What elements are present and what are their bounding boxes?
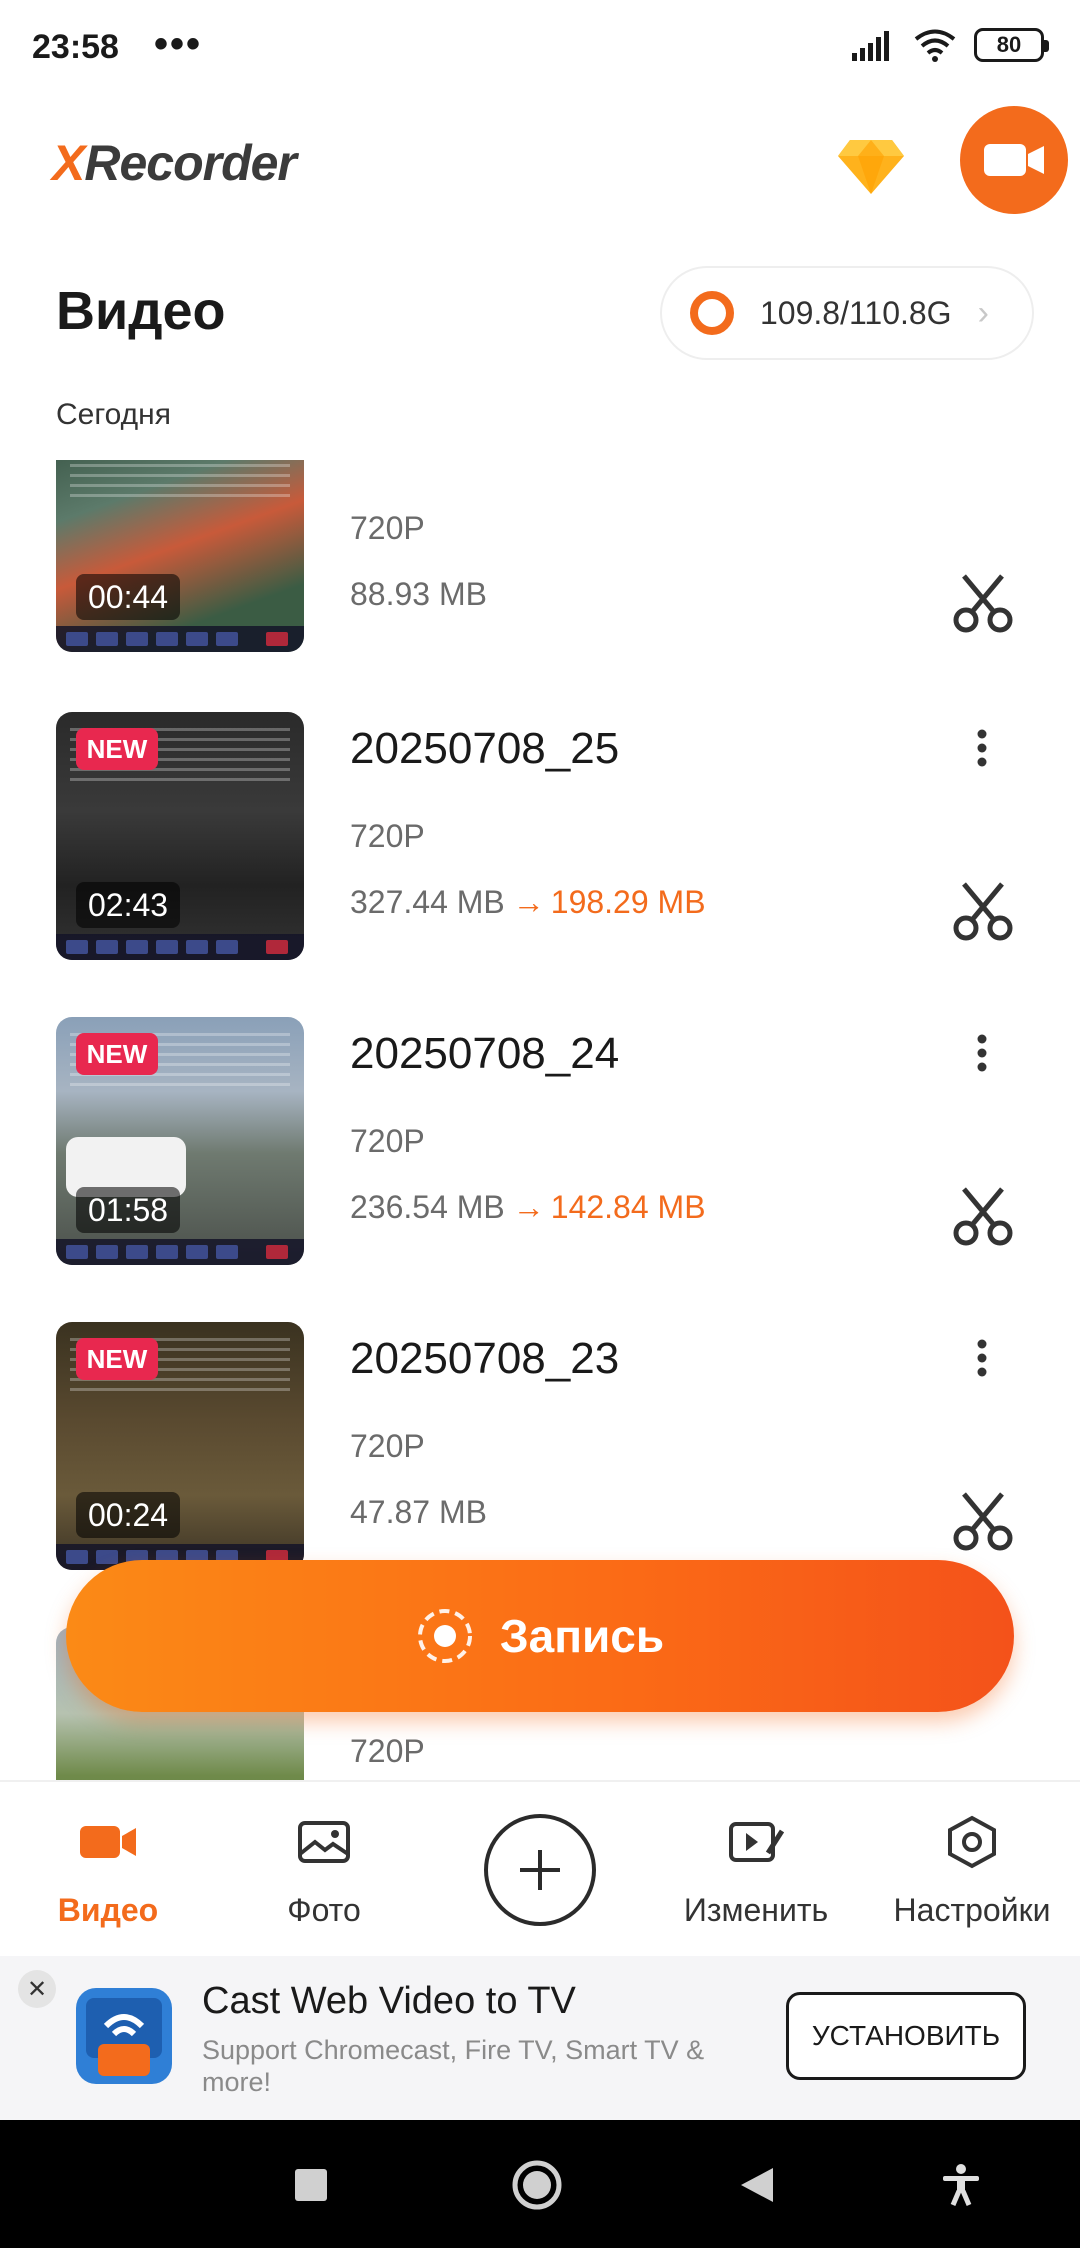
edit-video-icon [729, 1822, 784, 1862]
nav-tab-edit[interactable]: Изменить [648, 1812, 864, 1942]
install-button[interactable]: УСТАНОВИТЬ [786, 1992, 1026, 2080]
video-title[interactable]: 20250708_23 [350, 1334, 619, 1384]
settings-icon [948, 1815, 996, 1869]
plus-icon [520, 1850, 560, 1890]
video-camera-icon [984, 144, 1044, 176]
premium-button[interactable] [836, 136, 906, 196]
video-resolution: 720P [350, 1123, 425, 1159]
trim-button[interactable] [950, 570, 1016, 636]
nav-label: Изменить [683, 1892, 829, 1928]
storage-text: 109.8/110.8G [760, 294, 952, 331]
app-header: XRecorder [0, 100, 1080, 230]
close-icon[interactable]: ✕ [18, 1970, 56, 2008]
more-vertical-icon [977, 1034, 987, 1072]
trim-button[interactable] [950, 1183, 1016, 1249]
video-duration: 00:24 [76, 1492, 181, 1538]
system-nav-bar [0, 2120, 1080, 2248]
nav-label: Видео [57, 1892, 159, 1928]
video-size: 236.54 MB → 142.84 MB [350, 1189, 706, 1225]
arrow-right-icon: → [512, 1189, 545, 1225]
trim-button[interactable] [950, 878, 1016, 944]
video-item[interactable]: NEW 02:43 20250708_25 720P 327.44 MB → 198… [0, 712, 1080, 960]
nav-label: Настройки [893, 1892, 1051, 1928]
photo-icon [298, 1821, 350, 1863]
diamond-icon [838, 140, 904, 194]
more-vertical-icon [977, 729, 987, 767]
video-thumbnail[interactable]: NEW 02:43 [56, 712, 304, 960]
more-options-button[interactable] [956, 718, 1008, 778]
nav-tab-photo[interactable]: Фото [216, 1812, 432, 1942]
video-resolution: 720P [350, 1733, 425, 1769]
video-size: 327.44 MB → 198.29 MB [350, 884, 706, 920]
wifi-icon [914, 29, 956, 62]
ad-title: Cast Web Video to TV [202, 1980, 576, 2022]
accessibility-icon [943, 2164, 979, 2206]
video-duration: 01:58 [76, 1187, 181, 1233]
recents-button[interactable] [276, 2150, 346, 2220]
video-item[interactable]: NEW 01:58 20250708_24 720P 236.54 MB → 142… [0, 1017, 1080, 1265]
bottom-nav: Видео Фото Изменить Настройки [0, 1780, 1080, 1956]
video-thumbnail[interactable]: NEW 01:58 [56, 1017, 304, 1265]
arrow-right-icon: → [512, 884, 545, 920]
ad-description: Support Chromecast, Fire TV, Smart TV & … [202, 2035, 705, 2097]
section-label: Сегодня [56, 398, 171, 431]
status-bar: 23:58 ••• 80 [0, 0, 1080, 100]
app-logo: XRecorder [52, 135, 297, 191]
video-item[interactable]: NEW 00:24 20250708_23 720P 47.87 MB [0, 1322, 1080, 1570]
video-item[interactable]: 00:44 720P 88.93 MB [0, 460, 1080, 652]
accessibility-button[interactable] [926, 2150, 996, 2220]
storage-ring-icon [690, 291, 734, 335]
more-options-button[interactable] [956, 1023, 1008, 1083]
notification-dots: ••• [154, 22, 203, 66]
status-time: 23:58 [32, 28, 119, 66]
home-circle-icon [512, 2160, 562, 2210]
signal-icon [852, 31, 889, 61]
video-title[interactable]: 20250708_25 [350, 724, 619, 774]
cast-wifi-icon [86, 1998, 162, 2076]
storage-indicator[interactable]: 109.8/110.8G › [660, 266, 1034, 360]
square-icon [295, 2169, 327, 2201]
record-label: Запись [499, 1610, 665, 1662]
video-thumbnail[interactable]: 00:44 [56, 460, 304, 652]
ad-banner[interactable]: ✕ Cast Web Video to TV Support Chromecas… [0, 1956, 1080, 2120]
new-badge: NEW [76, 1338, 158, 1380]
scissors-icon [953, 882, 1013, 941]
nav-tab-video[interactable]: Видео [0, 1812, 216, 1942]
video-resolution: 720P [350, 1428, 425, 1464]
more-vertical-icon [977, 1339, 987, 1377]
new-badge: NEW [76, 1033, 158, 1075]
video-thumbnail[interactable]: NEW 00:24 [56, 1322, 304, 1570]
ad-app-icon [76, 1988, 172, 2084]
back-button[interactable] [722, 2150, 792, 2220]
video-title[interactable]: 20250708_24 [350, 1029, 619, 1079]
trim-button[interactable] [950, 1488, 1016, 1554]
video-camera-icon [80, 1826, 136, 1858]
status-icons: 80 [852, 28, 1049, 62]
new-badge: NEW [76, 728, 158, 770]
home-button[interactable] [502, 2150, 572, 2220]
video-duration: 02:43 [76, 882, 181, 928]
add-button[interactable] [484, 1814, 596, 1926]
scissors-icon [953, 574, 1013, 633]
scissors-icon [953, 1492, 1013, 1551]
battery-indicator: 80 [974, 28, 1049, 62]
scissors-icon [953, 1187, 1013, 1246]
video-resolution: 720P [350, 818, 425, 854]
page-title: Видео [56, 281, 226, 341]
chevron-right-icon: › [977, 293, 989, 332]
nav-label: Фото [287, 1892, 361, 1928]
video-size: 47.87 MB [350, 1494, 487, 1530]
nav-tab-settings[interactable]: Настройки [864, 1812, 1080, 1942]
quick-record-button[interactable] [960, 106, 1068, 214]
record-icon [417, 1609, 472, 1663]
video-size: 88.93 MB [350, 576, 487, 612]
video-duration: 00:44 [76, 574, 181, 620]
more-options-button[interactable] [956, 1328, 1008, 1388]
back-triangle-icon [741, 2168, 773, 2202]
video-resolution: 720P [350, 510, 425, 546]
record-button[interactable]: Запись [66, 1560, 1014, 1712]
